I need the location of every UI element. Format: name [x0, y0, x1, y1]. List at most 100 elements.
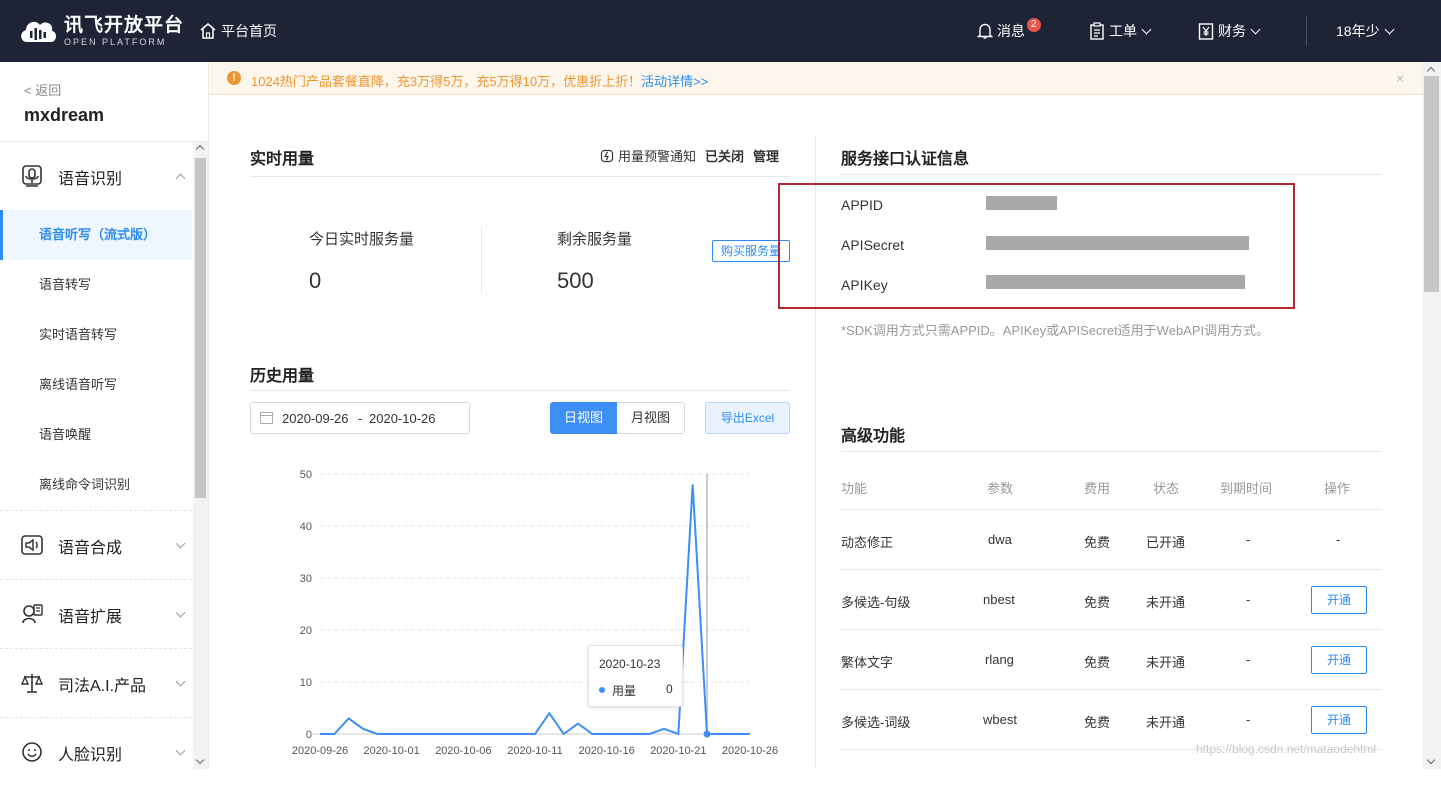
sidebar-group-justice-ai[interactable]: 司法A.I.产品 — [0, 649, 192, 717]
sidebar-group-face-recognition[interactable]: 人脸识别 — [0, 718, 192, 786]
speech-synthesis-icon — [21, 535, 43, 555]
x-tick-label: 2020-10-26 — [722, 745, 778, 757]
remaining-usage-label: 剩余服务量 — [557, 231, 633, 248]
scroll-down-arrow-icon[interactable] — [1426, 755, 1436, 765]
sidebar: < 返回 mxdream 语音识别 语音听写（流式版） 语音转写 实时语音转写 … — [0, 62, 209, 769]
today-usage-label: 今日实时服务量 — [309, 231, 415, 248]
alert-bell-icon — [600, 149, 614, 162]
sidebar-group-speech-extension[interactable]: 语音扩展 — [0, 580, 192, 648]
speech-extension-icon — [22, 604, 43, 624]
promo-notice-bar: ! 1024热门产品套餐直降，充3万得5万，充5万得10万，优惠折上折！活动详情… — [210, 62, 1422, 95]
scroll-down-arrow-icon[interactable] — [195, 755, 205, 765]
x-tick-label: 2020-10-06 — [435, 745, 491, 757]
feature-status: 未开通 — [1146, 715, 1186, 730]
chart-tooltip: 2020-10-23 用量 0 — [588, 645, 683, 707]
realtime-usage-title: 实时用量 — [250, 151, 315, 168]
home-icon — [200, 23, 216, 39]
cloud-logo-icon — [18, 14, 58, 48]
finance-menu[interactable]: 财务 — [1198, 21, 1261, 41]
highlight-point — [703, 730, 711, 738]
feature-param: rlang — [985, 652, 1014, 667]
watermark-text: https://blog.csdn.net/mataodehtml — [1196, 742, 1377, 756]
feature-name: 繁体文字 — [841, 655, 894, 670]
warning-icon: ! — [227, 71, 241, 85]
divider — [841, 451, 1382, 452]
sidebar-item-voice-wakeup[interactable]: 语音唤醒 — [0, 410, 192, 460]
scroll-up-arrow-icon[interactable] — [195, 144, 205, 154]
sidebar-scrollbar[interactable] — [193, 142, 208, 769]
face-recognition-icon — [22, 742, 42, 762]
y-tick-label: 40 — [300, 521, 312, 533]
activity-details-link[interactable]: 活动详情>> — [641, 74, 708, 89]
back-link[interactable]: < 返回 — [24, 80, 61, 99]
feature-param: dwa — [988, 532, 1012, 547]
sidebar-group-label: 语音识别 — [58, 171, 123, 188]
main-scrollbar[interactable] — [1422, 62, 1441, 769]
sidebar-item-offline-dictation[interactable]: 离线语音听写 — [0, 360, 192, 410]
main-scroll-thumb[interactable] — [1424, 76, 1439, 292]
sidebar-group-speech-recognition[interactable]: 语音识别 — [0, 142, 192, 210]
date-range-picker[interactable]: 2020-09-26 - 2020-10-26 — [250, 402, 470, 434]
enable-button[interactable]: 开通 — [1311, 646, 1367, 674]
today-usage-value: 0 — [309, 268, 322, 293]
enable-button[interactable]: 开通 — [1311, 706, 1367, 734]
calendar-icon — [260, 412, 273, 424]
usage-alert-status: 已关闭 — [705, 149, 745, 164]
finance-label: 财务 — [1218, 23, 1246, 39]
platform-home-link[interactable]: 平台首页 — [199, 21, 277, 41]
messages-button[interactable]: 消息 2 — [977, 18, 1041, 41]
divider — [841, 509, 1382, 510]
notice-message: 1024热门产品套餐直降，充3万得5万，充5万得10万，优惠折上折！ — [251, 74, 642, 89]
logo-sub-text: OPEN PLATFORM — [64, 36, 167, 47]
y-tick-label: 30 — [300, 573, 312, 585]
date-start[interactable]: 2020-09-26 — [282, 411, 349, 426]
date-separator: - — [358, 411, 363, 426]
sidebar-item-transcription[interactable]: 语音转写 — [0, 260, 192, 310]
sidebar-group-label: 人脸识别 — [58, 747, 123, 764]
user-menu[interactable]: 18年少 — [1336, 21, 1395, 41]
notice-text: 1024热门产品套餐直降，充3万得5万，充5万得10万，优惠折上折！活动详情>> — [251, 71, 708, 90]
auth-info-title: 服务接口认证信息 — [841, 151, 970, 168]
month-view-button[interactable]: 月视图 — [617, 402, 685, 434]
chevron-up-icon — [175, 173, 186, 184]
scroll-up-arrow-icon[interactable] — [1426, 66, 1436, 76]
speech-recognition-icon — [22, 165, 42, 187]
history-usage-chart[interactable]: 0 10 20 30 40 50 2020-09-26 2020-10-01 2020-10-0… — [250, 460, 790, 760]
feature-status: 未开通 — [1146, 655, 1186, 670]
sidebar-item-offline-command[interactable]: 离线命令词识别 — [0, 460, 192, 510]
day-view-button[interactable]: 日视图 — [550, 402, 617, 434]
column-header-action: 操作 — [1324, 481, 1351, 496]
usage-alert-label: 用量预警通知 — [618, 149, 697, 164]
date-end[interactable]: 2020-10-26 — [369, 411, 436, 426]
y-tick-label: 50 — [300, 469, 312, 481]
column-header-feature: 功能 — [841, 481, 868, 496]
enable-button[interactable]: 开通 — [1311, 586, 1367, 614]
feature-param: nbest — [983, 592, 1015, 607]
feature-expiry: - — [1246, 712, 1251, 727]
x-tick-label: 2020-10-01 — [364, 745, 420, 757]
iflytek-logo[interactable]: 讯飞开放平台 OPEN PLATFORM — [18, 14, 184, 48]
column-header-param: 参数 — [987, 481, 1014, 496]
sidebar-item-realtime-transcription[interactable]: 实时语音转写 — [0, 310, 192, 360]
x-tick-label: 2020-09-26 — [292, 745, 348, 757]
sidebar-group-speech-synthesis[interactable]: 语音合成 — [0, 511, 192, 579]
divider — [841, 569, 1382, 570]
manage-alert-link[interactable]: 管理 — [753, 146, 779, 165]
sidebar-item-streaming-dictation[interactable]: 语音听写（流式版） — [0, 210, 192, 260]
highlight-box — [778, 183, 1295, 309]
y-tick-label: 10 — [300, 677, 312, 689]
clipboard-icon — [1090, 22, 1104, 40]
usage-alert-tools: 用量预警通知 已关闭 管理 — [600, 146, 779, 165]
tickets-menu[interactable]: 工单 — [1089, 21, 1152, 41]
series-line — [320, 484, 750, 736]
export-excel-button[interactable]: 导出Excel — [705, 402, 790, 434]
column-header-expiry: 到期时间 — [1220, 481, 1273, 496]
sidebar-scroll-thumb[interactable] — [195, 158, 206, 498]
sdk-usage-note: *SDK调用方式只需APPID。APIKey或APISecret适用于WebAP… — [841, 323, 1270, 338]
y-tick-label: 20 — [300, 625, 312, 637]
close-icon[interactable]: × — [1396, 70, 1404, 86]
feature-param: wbest — [983, 712, 1017, 727]
feature-status: 已开通 — [1146, 535, 1186, 550]
feature-fee: 免费 — [1084, 715, 1111, 730]
chevron-down-icon — [175, 745, 186, 756]
